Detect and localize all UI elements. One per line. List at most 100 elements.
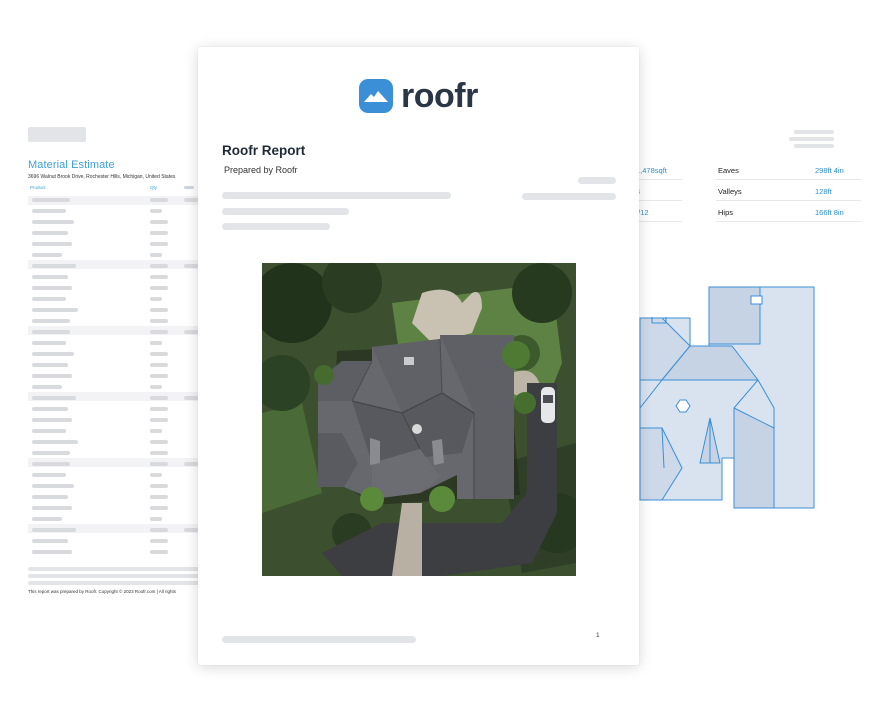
row-cell-product (32, 418, 72, 422)
footer-placeholder (222, 636, 416, 643)
row-cell-qty (150, 198, 168, 202)
row-cell-qty (150, 297, 162, 301)
row-cell-product (32, 286, 72, 290)
roofr-logo-icon (359, 79, 393, 113)
row-cell-qty (150, 451, 168, 455)
roofr-report-page: roofr Roofr Report Prepared by Roofr 1 (198, 47, 639, 665)
copyright-footer: This report was prepared by Roofr. Copyr… (28, 589, 177, 594)
row-cell-product (32, 385, 62, 389)
material-estimate-page: Material Estimate 3696 Walnut Brook Driv… (18, 118, 218, 608)
text-placeholder (522, 193, 616, 200)
row-cell-price (184, 330, 198, 334)
row-cell-product (32, 374, 72, 378)
row-cell-qty (150, 418, 168, 422)
row-cell-product (32, 264, 76, 268)
row-cell-product (32, 495, 68, 499)
row-cell-product (32, 319, 70, 323)
column-header-placeholder (184, 186, 194, 189)
text-placeholder (222, 223, 330, 230)
text-placeholder (222, 208, 349, 215)
row-cell-qty (150, 550, 168, 554)
row-cell-product (32, 341, 66, 345)
row-cell-qty (150, 308, 168, 312)
row-cell-product (32, 528, 76, 532)
row-cell-qty (150, 495, 168, 499)
row-cell-qty (150, 528, 168, 532)
prepared-by: Prepared by Roofr (224, 165, 298, 175)
row-cell-qty (150, 517, 162, 521)
footer-placeholder (28, 574, 210, 578)
row-cell-product (32, 506, 72, 510)
row-cell-product (32, 517, 62, 521)
row-cell-price (184, 462, 198, 466)
row-cell-qty (150, 264, 168, 268)
text-placeholder (578, 177, 616, 184)
row-cell-product (32, 275, 68, 279)
row-cell-product (32, 462, 70, 466)
row-cell-product (32, 440, 78, 444)
row-cell-qty (150, 253, 162, 257)
brand-name: roofr (401, 77, 478, 115)
row-cell-qty (150, 286, 168, 290)
row-cell-price (184, 264, 198, 268)
row-cell-qty (150, 319, 168, 323)
row-cell-qty (150, 462, 168, 466)
row-cell-qty (150, 330, 168, 334)
row-cell-price (184, 528, 198, 532)
row-cell-product (32, 209, 66, 213)
row-cell-product (32, 550, 72, 554)
text-placeholder (222, 192, 451, 199)
row-cell-qty (150, 231, 168, 235)
row-cell-product (32, 484, 74, 488)
roofr-logo: roofr (359, 79, 478, 113)
row-cell-product (32, 429, 66, 433)
row-cell-qty (150, 539, 168, 543)
report-title: Roofr Report (222, 143, 306, 158)
row-cell-product (32, 330, 70, 334)
aerial-roof-image (262, 263, 576, 576)
row-cell-qty (150, 209, 162, 213)
row-cell-qty (150, 275, 168, 279)
footer-placeholder (28, 567, 210, 571)
header-placeholder (28, 127, 86, 142)
material-estimate-title: Material Estimate (28, 159, 115, 171)
row-cell-product (32, 297, 66, 301)
row-cell-qty (150, 473, 162, 477)
row-cell-product (32, 198, 70, 202)
row-cell-product (32, 242, 72, 246)
row-cell-qty (150, 341, 162, 345)
chimney (750, 295, 763, 305)
row-cell-product (32, 352, 74, 356)
row-cell-product (32, 407, 68, 411)
row-cell-qty (150, 407, 168, 411)
row-cell-product (32, 473, 66, 477)
row-cell-product (32, 363, 68, 367)
measurements-page: 1,478sqft Eaves 298ft 4in 4 Valleys 128f… (612, 118, 870, 618)
row-cell-product (32, 451, 70, 455)
property-address: 3696 Walnut Brook Drive, Rochester Hills… (28, 174, 176, 180)
row-cell-qty (150, 363, 168, 367)
row-cell-product (32, 220, 74, 224)
row-cell-qty (150, 506, 168, 510)
row-cell-product (32, 253, 62, 257)
row-cell-qty (150, 374, 168, 378)
row-cell-qty (150, 440, 168, 444)
roof-diagram (639, 286, 815, 509)
row-cell-qty (150, 220, 168, 224)
page-number: 1 (596, 632, 600, 639)
footer-placeholder (28, 581, 210, 585)
row-cell-qty (150, 385, 162, 389)
row-cell-qty (150, 429, 162, 433)
row-cell-product (32, 539, 68, 543)
row-cell-product (32, 396, 76, 400)
row-cell-qty (150, 242, 168, 246)
row-cell-qty (150, 396, 168, 400)
column-header-product: Product (30, 185, 46, 190)
row-cell-qty (150, 352, 168, 356)
row-cell-qty (150, 484, 168, 488)
row-cell-product (32, 308, 78, 312)
column-header-qty: Qty (150, 185, 158, 190)
row-cell-product (32, 231, 68, 235)
row-cell-price (184, 198, 198, 202)
row-cell-price (184, 396, 198, 400)
